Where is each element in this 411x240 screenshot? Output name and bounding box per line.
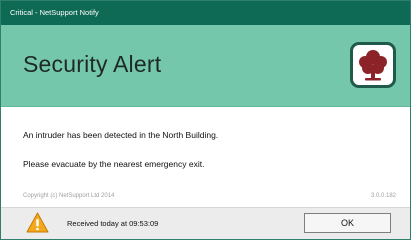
alert-title: Security Alert [23,51,162,77]
warning-icon [26,212,49,233]
notification-window: Critical - NetSupport Notify Security Al… [0,0,411,240]
version-text: 3.0.0.182 [370,193,396,199]
title-bar: Critical - NetSupport Notify [1,1,410,25]
received-timestamp: Received today at 09:53:09 [67,219,159,228]
alert-message-line-2: Please evacuate by the nearest emergency… [23,159,205,169]
footer-info: Copyright (c) NetSupport Ltd 2014 3.0.0.… [23,193,396,199]
alert-message-line-1: An intruder has been detected in the Nor… [23,130,219,140]
copyright-text: Copyright (c) NetSupport Ltd 2014 [23,193,115,199]
ok-button[interactable]: OK [304,213,391,233]
alert-banner: Security Alert [1,25,410,107]
status-bar: Received today at 09:53:09 OK [1,207,410,239]
oak-tree-icon [350,42,396,88]
